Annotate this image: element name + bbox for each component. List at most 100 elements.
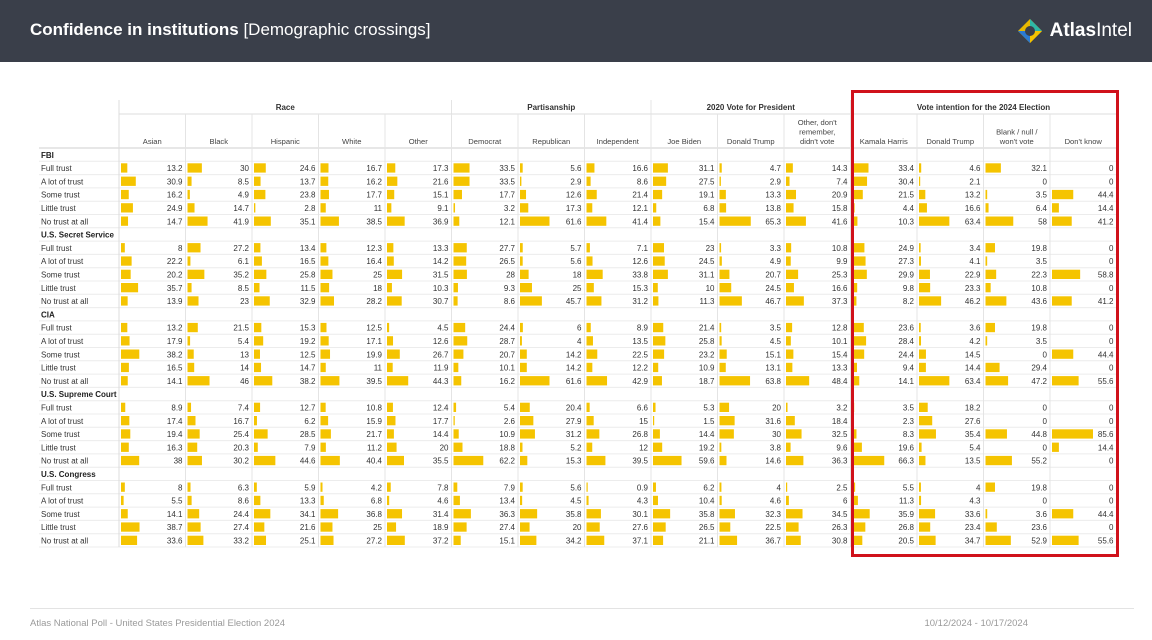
data-bar	[453, 362, 459, 373]
data-value: 15.1	[499, 537, 515, 546]
data-bar	[121, 322, 128, 333]
data-value: 19.2	[699, 443, 715, 452]
data-bar	[520, 442, 523, 452]
group-header: 2020 Vote for President	[707, 103, 796, 112]
data-value: 26.5	[699, 523, 715, 532]
column-header: White	[342, 137, 361, 146]
data-value: 30.2	[233, 457, 249, 466]
data-bar	[653, 429, 660, 439]
data-value: 48.4	[832, 377, 848, 386]
data-value: 23.2	[699, 350, 715, 359]
data-value: 20.7	[765, 271, 781, 280]
data-value: 1.5	[703, 417, 715, 426]
data-value: 12.6	[566, 191, 582, 200]
data-bar	[520, 455, 528, 466]
data-bar	[719, 429, 734, 439]
data-bar	[786, 402, 788, 412]
data-value: 5.9	[304, 483, 316, 492]
data-bar	[254, 163, 266, 173]
data-value: 33.2	[233, 537, 249, 546]
column-header: Asian	[143, 137, 162, 146]
data-bar	[121, 243, 125, 253]
data-bar	[387, 429, 394, 439]
data-value: 11.3	[700, 297, 716, 306]
data-bar	[187, 203, 195, 213]
data-value: 38	[174, 457, 183, 466]
data-bar	[520, 283, 532, 293]
data-bar	[586, 416, 594, 426]
data-bar	[653, 349, 665, 359]
data-value: 5.3	[703, 404, 715, 413]
data-bar	[187, 535, 204, 545]
data-bar	[121, 455, 140, 466]
data-value: 39.5	[632, 457, 648, 466]
data-bar	[786, 509, 803, 519]
data-bar	[520, 509, 538, 519]
data-bar	[520, 256, 523, 266]
data-bar	[520, 482, 523, 492]
data-bar	[586, 509, 601, 519]
data-value: 18.8	[499, 443, 515, 452]
data-bar	[320, 163, 329, 173]
data-bar	[320, 322, 327, 333]
data-value: 27.9	[566, 417, 582, 426]
data-value: 4	[777, 483, 782, 492]
data-bar	[387, 535, 405, 545]
data-value: 23	[240, 297, 249, 306]
data-value: 30.9	[167, 177, 183, 186]
data-value: 16.2	[499, 377, 515, 386]
data-bar	[453, 509, 471, 519]
data-value: 65.3	[765, 217, 781, 226]
data-bar	[586, 349, 598, 359]
data-bar	[187, 442, 198, 452]
column-header: Republican	[532, 137, 570, 146]
data-bar	[586, 269, 603, 279]
data-bar	[187, 455, 202, 466]
data-value: 62.2	[499, 457, 515, 466]
data-value: 33.5	[499, 177, 515, 186]
row-label: No trust at all	[41, 537, 88, 546]
data-bar	[187, 402, 192, 412]
data-bar	[719, 522, 731, 532]
data-value: 15.4	[699, 217, 715, 226]
data-value: 13.4	[300, 244, 316, 253]
footer-divider	[30, 608, 1134, 609]
data-bar	[453, 416, 455, 426]
data-value: 8	[178, 244, 183, 253]
data-value: 13.2	[167, 164, 183, 173]
data-bar	[786, 522, 799, 532]
data-bar	[254, 336, 264, 346]
data-value: 36.3	[499, 510, 515, 519]
data-value: 27.5	[699, 177, 715, 186]
data-value: 15.1	[433, 191, 449, 200]
data-bar	[586, 256, 593, 266]
data-value: 28.5	[300, 430, 316, 439]
data-value: 12.3	[366, 244, 382, 253]
data-bar	[586, 376, 608, 386]
data-value: 11.2	[367, 443, 383, 452]
data-value: 4.7	[770, 164, 782, 173]
data-bar	[254, 482, 257, 492]
data-bar	[586, 296, 602, 306]
data-value: 35.7	[167, 284, 183, 293]
data-bar	[453, 429, 459, 439]
data-bar	[121, 283, 139, 293]
data-value: 9.1	[437, 204, 449, 213]
data-bar	[187, 322, 198, 333]
data-bar	[786, 336, 791, 346]
data-bar	[387, 296, 402, 306]
data-value: 35.5	[433, 457, 449, 466]
data-value: 11.5	[301, 284, 317, 293]
data-bar	[254, 362, 262, 373]
data-value: 10.1	[499, 364, 515, 373]
data-value: 34.5	[832, 510, 848, 519]
data-value: 23.8	[300, 191, 316, 200]
data-value: 4.9	[238, 191, 250, 200]
column-header: Black	[209, 137, 228, 146]
data-bar	[520, 429, 535, 439]
data-value: 26.7	[433, 350, 449, 359]
data-bar	[586, 402, 590, 412]
data-value: 20.7	[499, 350, 515, 359]
data-value: 8.9	[637, 324, 649, 333]
data-value: 24.9	[167, 204, 183, 213]
